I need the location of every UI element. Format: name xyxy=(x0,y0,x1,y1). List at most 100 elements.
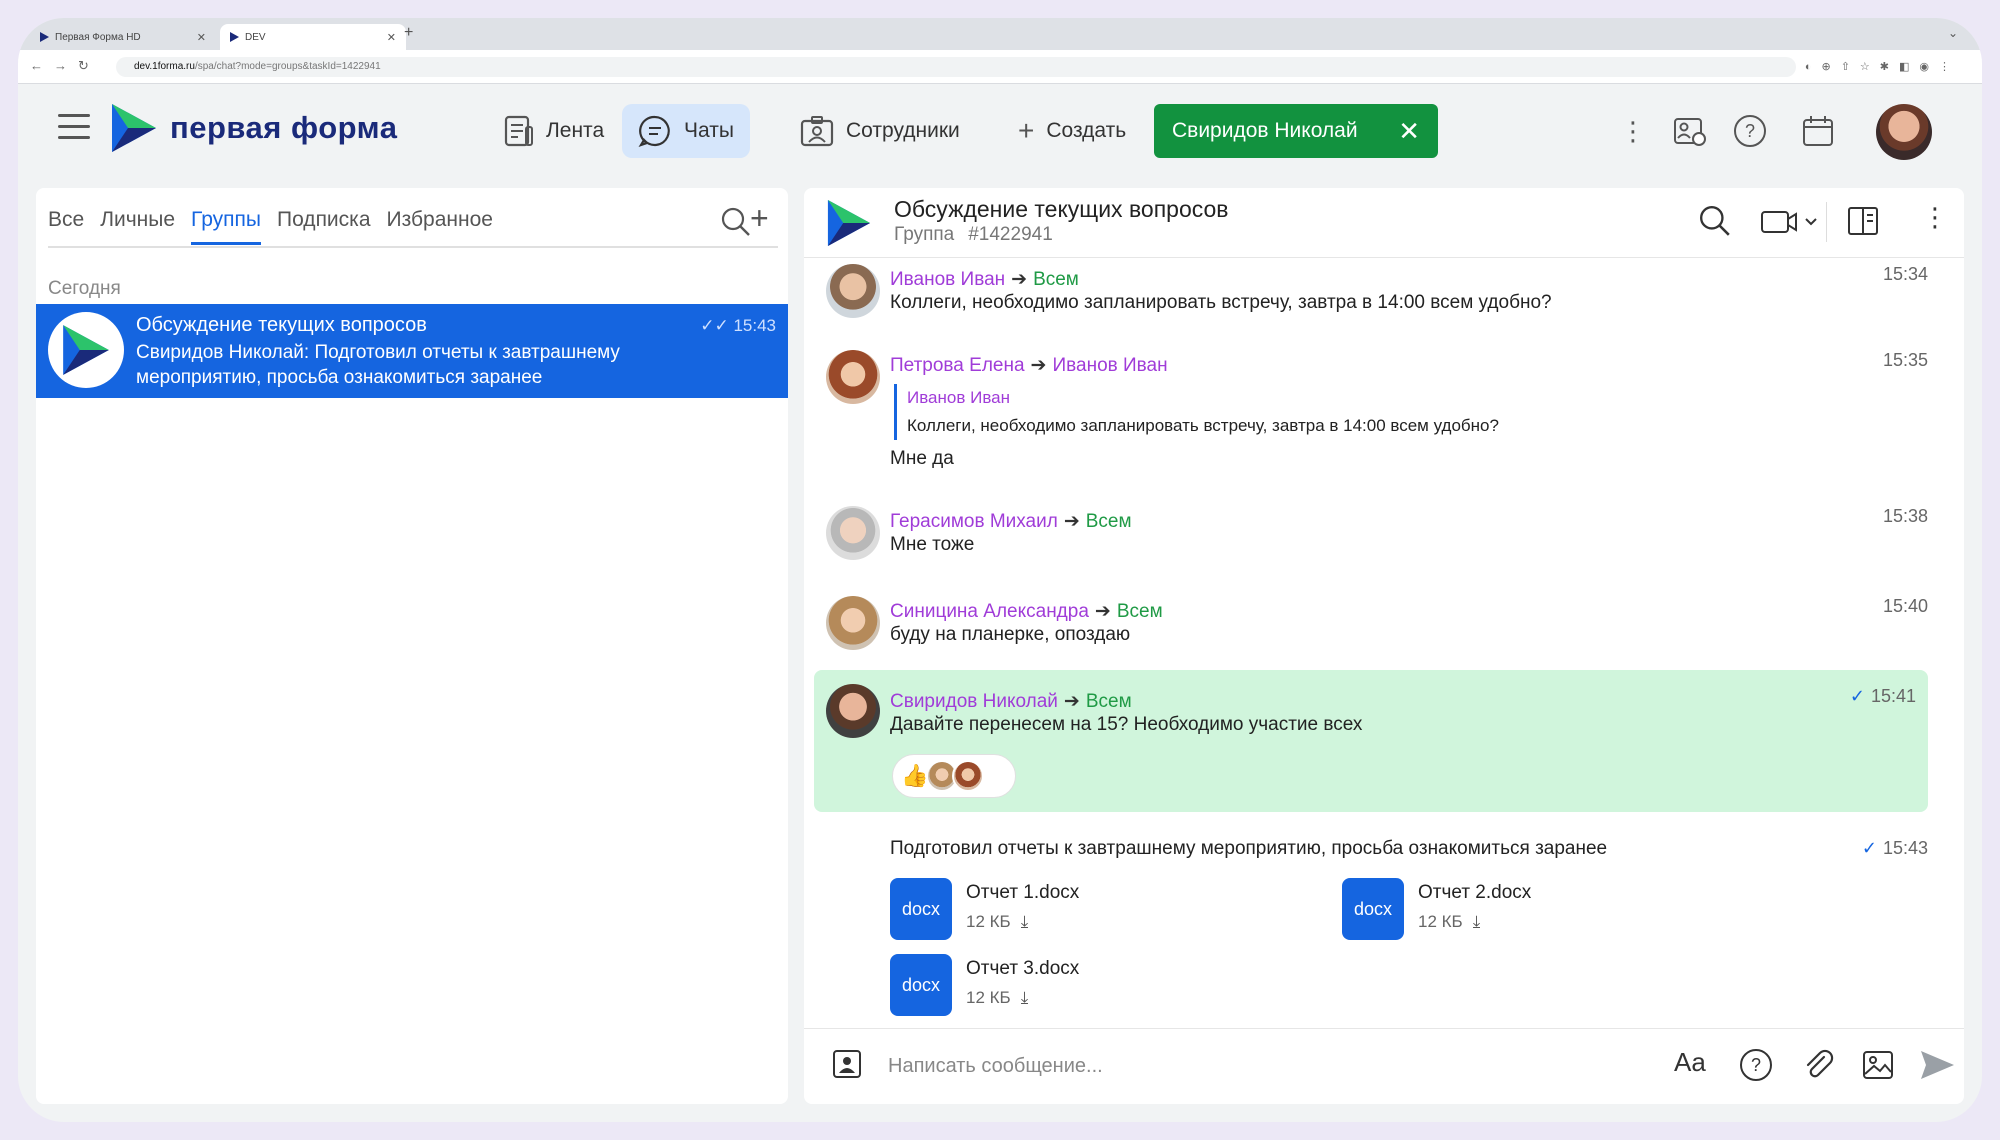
nav-feed[interactable]: Лента xyxy=(488,104,620,158)
nav-create-label: Создать xyxy=(1046,119,1127,142)
help-icon[interactable]: ? xyxy=(1738,1047,1774,1088)
file-size: 12 КБ ⤓ xyxy=(966,912,1029,931)
quoted-message[interactable]: Иванов Иван Коллеги, необходимо запланир… xyxy=(894,384,1499,440)
tab-personal[interactable]: Личные xyxy=(100,208,175,245)
file-attachment[interactable]: docx Отчет 1.docx 12 КБ ⤓ xyxy=(890,878,1290,942)
forward-icon[interactable]: → xyxy=(54,58,67,73)
add-chat-icon[interactable]: + xyxy=(750,200,769,237)
message-input[interactable] xyxy=(888,1049,1588,1083)
favicon-icon xyxy=(230,32,239,42)
file-size: 12 КБ ⤓ xyxy=(1418,912,1481,931)
chevron-down-icon[interactable]: ⌄ xyxy=(1948,26,1958,40)
message-text: Подготовил отчеты к завтрашнему мероприя… xyxy=(890,838,1608,859)
help-icon[interactable]: ? xyxy=(1732,104,1768,158)
user-settings-icon[interactable] xyxy=(1672,104,1708,158)
new-tab-icon[interactable]: + xyxy=(404,24,413,42)
recipient-name[interactable]: Всем xyxy=(1117,601,1163,622)
message-text: Давайте перенесем на 15? Необходимо учас… xyxy=(890,714,1363,735)
search-icon[interactable] xyxy=(720,206,752,243)
tab-groups[interactable]: Группы xyxy=(191,208,261,245)
message-header: Герасимов Михаил ➔ Всем xyxy=(890,510,1132,533)
nav-staff[interactable]: Сотрудники xyxy=(784,104,976,158)
logo[interactable]: первая форма xyxy=(110,102,397,154)
docx-file-icon: docx xyxy=(890,878,952,940)
chat-item-title: Обсуждение текущих вопросов xyxy=(136,314,427,336)
file-name: Отчет 3.docx xyxy=(966,958,1080,979)
tab-subscription[interactable]: Подписка xyxy=(277,208,371,245)
svg-text:?: ? xyxy=(1745,121,1755,141)
chat-list-item[interactable]: Обсуждение текущих вопросов Свиридов Ник… xyxy=(36,304,788,398)
author-name[interactable]: Петрова Елена xyxy=(890,355,1025,376)
quote-author: Иванов Иван xyxy=(907,388,1011,407)
reactions[interactable]: 👍 xyxy=(892,754,1016,798)
user-avatar[interactable] xyxy=(1876,104,1932,160)
current-user-chip[interactable]: Свиридов Николай ✕ xyxy=(1154,104,1438,158)
nav-create[interactable]: + Создать xyxy=(1002,104,1142,158)
tab-title: DEV xyxy=(245,31,266,43)
download-icon[interactable]: ⤓ xyxy=(1021,912,1029,931)
recipient-name[interactable]: Всем xyxy=(1033,269,1079,290)
recipient-name[interactable]: Иванов Иван xyxy=(1052,355,1167,376)
avatar xyxy=(826,596,880,650)
logo-icon xyxy=(63,325,109,375)
attach-icon[interactable] xyxy=(1800,1047,1836,1088)
group-avatar xyxy=(826,198,872,253)
arrow-right-icon: ➔ xyxy=(1063,691,1080,712)
message-item[interactable]: Иванов Иван ➔ Всем Коллеги, необходимо зап… xyxy=(814,258,1928,338)
download-icon[interactable]: ⤓ xyxy=(1021,988,1029,1007)
more-icon[interactable]: ⋮ xyxy=(1922,202,1948,233)
search-icon[interactable] xyxy=(1698,204,1732,243)
message-item[interactable]: Подготовил отчеты к завтрашнему мероприя… xyxy=(814,822,1928,1022)
message-item[interactable]: Синицина Александра ➔ Всем буду на планерк… xyxy=(814,590,1928,670)
close-icon[interactable]: ✕ xyxy=(1398,116,1420,147)
nav-chats[interactable]: Чаты xyxy=(622,104,750,158)
close-tab-icon[interactable]: ✕ xyxy=(197,31,206,44)
conversation-title: Обсуждение текущих вопросов xyxy=(894,196,1229,222)
contact-card-icon[interactable] xyxy=(830,1047,864,1086)
tab-favorites[interactable]: Избранное xyxy=(387,208,493,245)
file-attachment[interactable]: docx Отчет 2.docx 12 КБ ⤓ xyxy=(1342,878,1742,942)
hamburger-menu-icon[interactable] xyxy=(58,114,90,139)
file-name: Отчет 1.docx xyxy=(966,882,1080,903)
app-header: первая форма Лента Чаты Сотрудники + Соз… xyxy=(18,84,1982,188)
calendar-icon[interactable] xyxy=(1800,104,1836,158)
close-tab-icon[interactable]: ✕ xyxy=(387,31,396,44)
send-icon[interactable] xyxy=(1918,1047,1956,1088)
recipient-name[interactable]: Всем xyxy=(1086,511,1132,532)
tab-all[interactable]: Все xyxy=(48,208,84,245)
browser-extension-icons[interactable]: ◐⊕⇧☆✱◧◉⋮ xyxy=(1805,60,1960,73)
download-icon[interactable]: ⤓ xyxy=(1473,912,1481,931)
tab-title: Первая Форма HD xyxy=(55,31,141,43)
author-name[interactable]: Свиридов Николай xyxy=(890,691,1058,712)
author-name[interactable]: Герасимов Михаил xyxy=(890,511,1058,532)
side-panel-icon[interactable] xyxy=(1846,204,1880,243)
back-icon[interactable]: ← xyxy=(30,58,43,73)
reload-icon[interactable]: ↻ xyxy=(78,58,89,74)
message-list: Иванов Иван ➔ Всем Коллеги, необходимо зап… xyxy=(804,258,1944,1018)
thumbs-up-icon: 👍 xyxy=(901,763,929,788)
message-item[interactable]: Герасимов Михаил ➔ Всем Мне тоже 15:38 xyxy=(814,500,1928,580)
recipient-name[interactable]: Всем xyxy=(1086,691,1132,712)
message-item[interactable]: Петрова Елена ➔ Иванов Иван Иванов Иван Ко… xyxy=(814,344,1928,484)
text-format-icon[interactable]: Aa xyxy=(1674,1047,1706,1078)
url-field[interactable]: dev.1forma.ru/spa/chat?mode=groups&taskI… xyxy=(116,57,1796,77)
avatar xyxy=(826,506,880,560)
arrow-right-icon: ➔ xyxy=(1030,355,1047,376)
author-name[interactable]: Синицина Александра xyxy=(890,601,1089,622)
file-attachment[interactable]: docx Отчет 3.docx 12 КБ ⤓ xyxy=(890,954,1290,1018)
message-time: 15:34 xyxy=(1882,264,1928,284)
check-icon: ✓ xyxy=(1861,838,1877,858)
browser-tab-inactive[interactable]: Первая Форма HD ✕ xyxy=(30,24,216,50)
double-check-icon: ✓✓ xyxy=(700,316,734,335)
arrow-right-icon: ➔ xyxy=(1011,269,1028,290)
message-composer: Aa ? xyxy=(804,1028,1964,1104)
browser-tab-active[interactable]: DEV ✕ xyxy=(220,24,406,50)
author-name[interactable]: Иванов Иван xyxy=(890,269,1005,290)
video-call-icon[interactable] xyxy=(1760,204,1824,243)
image-icon[interactable] xyxy=(1860,1047,1896,1088)
more-icon[interactable]: ⋮ xyxy=(1620,104,1646,158)
url-domain: dev.1forma.ru xyxy=(134,61,195,72)
browser-tab-strip: Первая Форма HD ✕ DEV ✕ + ⌄ xyxy=(18,18,1982,50)
favicon-icon xyxy=(40,32,49,42)
message-item-highlighted[interactable]: Свиридов Николай ➔ Всем Давайте перенесем … xyxy=(814,670,1928,812)
